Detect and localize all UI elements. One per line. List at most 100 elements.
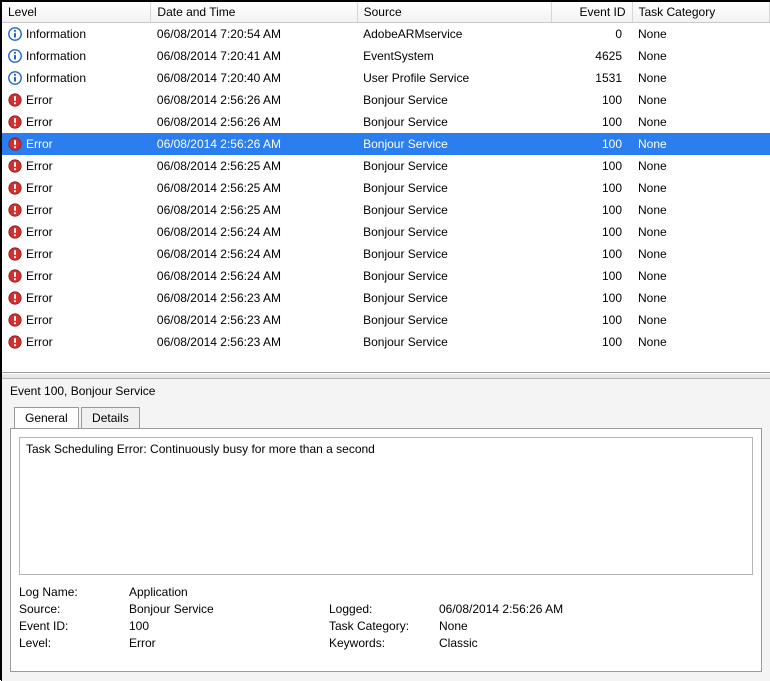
cell-date: 06/08/2014 2:56:26 AM	[151, 111, 357, 133]
level-text: Error	[26, 225, 53, 239]
level-text: Information	[26, 49, 86, 63]
cell-eventid: 0	[552, 23, 632, 46]
cell-eventid: 100	[552, 243, 632, 265]
lbl-keywords: Keywords:	[329, 636, 439, 650]
error-icon	[8, 269, 22, 283]
info-icon	[8, 27, 22, 41]
error-icon	[8, 335, 22, 349]
lbl-source: Source:	[19, 602, 129, 616]
cell-task: None	[632, 23, 770, 46]
cell-eventid: 1531	[552, 67, 632, 89]
cell-date: 06/08/2014 2:56:23 AM	[151, 309, 357, 331]
table-row[interactable]: Error06/08/2014 2:56:26 AMBonjour Servic…	[2, 89, 770, 111]
error-icon	[8, 203, 22, 217]
error-icon	[8, 225, 22, 239]
col-level[interactable]: Level	[2, 2, 151, 23]
table-row[interactable]: Error06/08/2014 2:56:23 AMBonjour Servic…	[2, 331, 770, 350]
cell-eventid: 100	[552, 199, 632, 221]
info-icon	[8, 71, 22, 85]
level-text: Error	[26, 247, 53, 261]
cell-date: 06/08/2014 2:56:24 AM	[151, 243, 357, 265]
cell-eventid: 100	[552, 331, 632, 350]
table-row[interactable]: Error06/08/2014 2:56:26 AMBonjour Servic…	[2, 111, 770, 133]
cell-source: Bonjour Service	[357, 133, 552, 155]
level-text: Information	[26, 27, 86, 41]
cell-eventid: 100	[552, 309, 632, 331]
cell-date: 06/08/2014 2:56:25 AM	[151, 199, 357, 221]
cell-date: 06/08/2014 7:20:54 AM	[151, 23, 357, 46]
tab-general[interactable]: General	[14, 407, 79, 428]
detail-tabstrip: General Details	[2, 406, 770, 428]
cell-source: Bonjour Service	[357, 199, 552, 221]
cell-source: Bonjour Service	[357, 265, 552, 287]
col-task[interactable]: Task Category	[632, 2, 770, 23]
val-eventid: 100	[129, 619, 329, 633]
col-date[interactable]: Date and Time	[151, 2, 357, 23]
tab-details[interactable]: Details	[81, 407, 140, 428]
event-properties-grid: Log Name: Application Source: Bonjour Se…	[19, 585, 753, 650]
lbl-level: Level:	[19, 636, 129, 650]
cell-task: None	[632, 221, 770, 243]
col-eventid[interactable]: Event ID	[552, 2, 632, 23]
event-description: Task Scheduling Error: Continuously busy…	[19, 437, 753, 575]
cell-eventid: 100	[552, 133, 632, 155]
cell-eventid: 100	[552, 265, 632, 287]
cell-task: None	[632, 155, 770, 177]
table-row[interactable]: Error06/08/2014 2:56:23 AMBonjour Servic…	[2, 287, 770, 309]
val-keywords: Classic	[439, 636, 639, 650]
error-icon	[8, 181, 22, 195]
val-level: Error	[129, 636, 329, 650]
cell-task: None	[632, 111, 770, 133]
event-list-pane: Level Date and Time Source Event ID Task…	[2, 2, 770, 373]
error-icon	[8, 93, 22, 107]
table-row[interactable]: Information06/08/2014 7:20:54 AMAdobeARM…	[2, 23, 770, 46]
table-row[interactable]: Error06/08/2014 2:56:25 AMBonjour Servic…	[2, 177, 770, 199]
table-row[interactable]: Error06/08/2014 2:56:26 AMBonjour Servic…	[2, 133, 770, 155]
cell-eventid: 100	[552, 177, 632, 199]
cell-eventid: 100	[552, 89, 632, 111]
error-icon	[8, 291, 22, 305]
level-text: Error	[26, 93, 53, 107]
cell-task: None	[632, 331, 770, 350]
level-text: Error	[26, 313, 53, 327]
table-row[interactable]: Information06/08/2014 7:20:41 AMEventSys…	[2, 45, 770, 67]
cell-task: None	[632, 199, 770, 221]
cell-task: None	[632, 309, 770, 331]
column-header-row: Level Date and Time Source Event ID Task…	[2, 2, 770, 23]
cell-date: 06/08/2014 2:56:25 AM	[151, 155, 357, 177]
val-logname: Application	[129, 585, 329, 599]
cell-eventid: 100	[552, 111, 632, 133]
cell-source: Bonjour Service	[357, 177, 552, 199]
cell-task: None	[632, 67, 770, 89]
val-logged: 06/08/2014 2:56:26 AM	[439, 602, 639, 616]
lbl-eventid: Event ID:	[19, 619, 129, 633]
cell-source: User Profile Service	[357, 67, 552, 89]
table-row[interactable]: Error 06/08/2014 2:56:24 AMBonjour Servic…	[2, 221, 770, 243]
cell-task: None	[632, 177, 770, 199]
cell-source: Bonjour Service	[357, 155, 552, 177]
lbl-taskcat: Task Category:	[329, 619, 439, 633]
cell-date: 06/08/2014 2:56:24 AM	[151, 221, 357, 243]
level-text: Error	[26, 203, 53, 217]
cell-date: 06/08/2014 7:20:40 AM	[151, 67, 357, 89]
level-text: Error	[26, 137, 53, 151]
cell-eventid: 100	[552, 221, 632, 243]
lbl-logname: Log Name:	[19, 585, 129, 599]
table-row[interactable]: Error06/08/2014 2:56:24 AMBonjour Servic…	[2, 243, 770, 265]
tab-panel-general: Task Scheduling Error: Continuously busy…	[10, 428, 762, 672]
cell-task: None	[632, 287, 770, 309]
table-row[interactable]: Error 06/08/2014 2:56:25 AMBonjour Servic…	[2, 199, 770, 221]
cell-source: Bonjour Service	[357, 331, 552, 350]
cell-eventid: 100	[552, 287, 632, 309]
col-source[interactable]: Source	[357, 2, 552, 23]
cell-source: Bonjour Service	[357, 309, 552, 331]
table-row[interactable]: Error06/08/2014 2:56:25 AMBonjour Servic…	[2, 155, 770, 177]
cell-date: 06/08/2014 2:56:23 AM	[151, 331, 357, 350]
table-row[interactable]: Error06/08/2014 2:56:24 AMBonjour Servic…	[2, 265, 770, 287]
level-text: Error	[26, 269, 53, 283]
event-list-scroll[interactable]: Level Date and Time Source Event ID Task…	[2, 2, 770, 350]
table-row[interactable]: Error 06/08/2014 2:56:23 AMBonjour Servic…	[2, 309, 770, 331]
cell-source: Bonjour Service	[357, 221, 552, 243]
level-text: Error	[26, 181, 53, 195]
table-row[interactable]: Information06/08/2014 7:20:40 AMUser Pro…	[2, 67, 770, 89]
